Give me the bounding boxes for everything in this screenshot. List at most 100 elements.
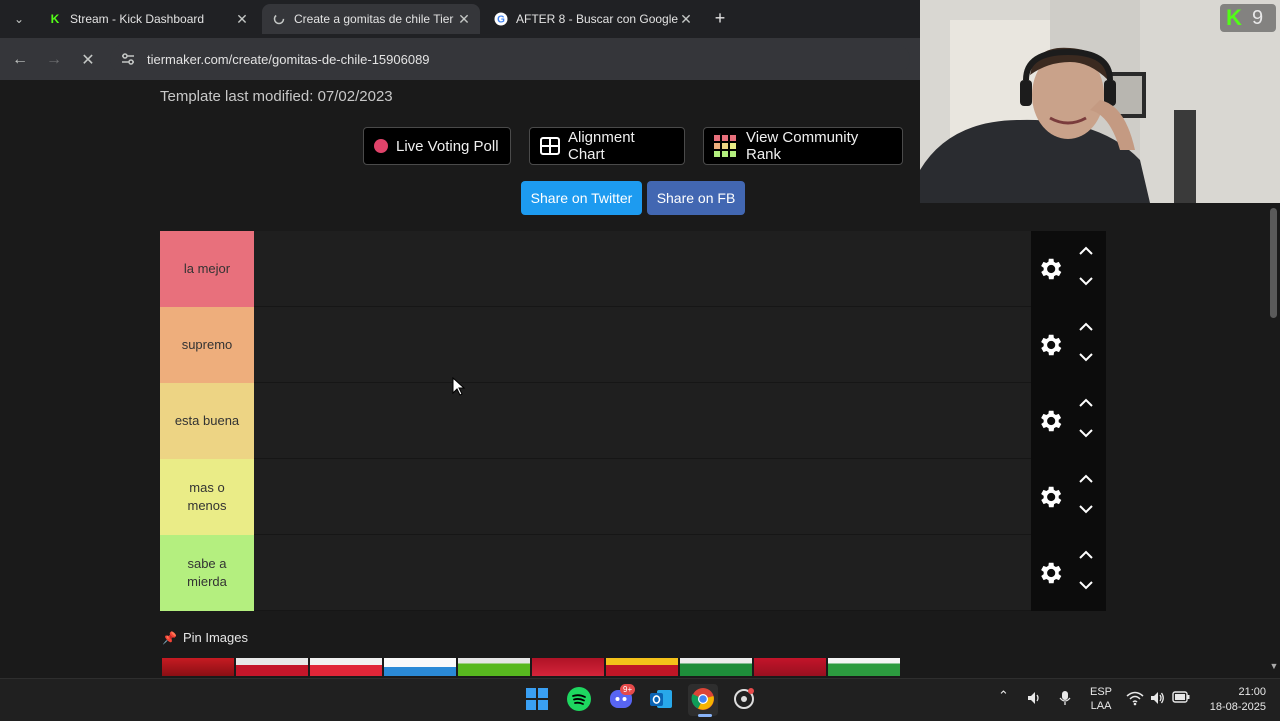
candy-thumbnail[interactable] — [310, 658, 382, 676]
candy-thumbnail[interactable] — [532, 658, 604, 676]
tab-title: AFTER 8 - Buscar con Google — [516, 12, 678, 26]
record-dot-icon — [374, 139, 388, 153]
stop-loading-icon[interactable]: ✕ — [78, 50, 98, 70]
alignment-label: Alignment Chart — [568, 129, 635, 163]
tab-google-search[interactable]: G AFTER 8 - Buscar con Google ✕ — [484, 4, 702, 34]
move-up-chevron-icon[interactable] — [1078, 319, 1094, 335]
settings-gear-icon[interactable] — [1036, 483, 1064, 511]
windows-taskbar — [0, 678, 1280, 721]
discord-notification-badge: 9+ — [620, 684, 636, 695]
live-voting-label: Live Voting Poll — [396, 137, 499, 155]
tier-label[interactable]: esta buena — [160, 383, 254, 459]
move-up-chevron-icon[interactable] — [1078, 547, 1094, 563]
pin-images-toggle[interactable]: 📌 Pin Images — [162, 630, 248, 645]
language-indicator[interactable]: ESP LAA — [1090, 685, 1112, 713]
back-arrow-icon[interactable]: ← — [10, 50, 30, 70]
windows-start-icon[interactable] — [524, 686, 550, 712]
chrome-icon[interactable] — [690, 686, 716, 712]
spotify-icon[interactable] — [566, 686, 592, 712]
tier-controls — [1031, 231, 1106, 307]
tier-row[interactable]: mas o menos — [160, 459, 1106, 535]
tier-label[interactable]: mas o menos — [160, 459, 254, 535]
tier-row[interactable]: sabe a mierda — [160, 535, 1106, 611]
tab-kick-dashboard[interactable]: K Stream - Kick Dashboard ✕ — [38, 4, 258, 34]
site-info-icon[interactable] — [120, 51, 136, 67]
candy-thumbnail[interactable] — [458, 658, 530, 676]
candy-thumbnail[interactable] — [754, 658, 826, 676]
candy-thumbnail[interactable] — [162, 658, 234, 676]
pin-images-label: Pin Images — [182, 630, 248, 645]
move-down-chevron-icon[interactable] — [1078, 349, 1094, 365]
settings-gear-icon[interactable] — [1036, 331, 1064, 359]
community-label: View Community Rank — [746, 129, 859, 163]
tier-row[interactable]: la mejor — [160, 231, 1106, 307]
tier-controls — [1031, 459, 1106, 535]
move-down-chevron-icon[interactable] — [1078, 501, 1094, 517]
move-up-chevron-icon[interactable] — [1078, 471, 1094, 487]
tier-label[interactable]: supremo — [160, 307, 254, 383]
tab-tiermaker[interactable]: Create a gomitas de chile Tier L ✕ — [262, 4, 480, 34]
view-community-rank-button[interactable]: View Community Rank — [703, 127, 903, 165]
template-modified-text: Template last modified: 07/02/2023 — [160, 88, 393, 105]
tier-label[interactable]: la mejor — [160, 231, 254, 307]
settings-gear-icon[interactable] — [1036, 559, 1064, 587]
move-up-chevron-icon[interactable] — [1078, 395, 1094, 411]
tier-label[interactable]: sabe a mierda — [160, 535, 254, 611]
tier-controls — [1031, 535, 1106, 611]
candy-thumbnail[interactable] — [236, 658, 308, 676]
tab-search-dropdown-icon[interactable]: ⌄ — [10, 10, 28, 28]
move-down-chevron-icon[interactable] — [1078, 577, 1094, 593]
address-bar[interactable]: tiermaker.com/create/gomitas-de-chile-15… — [110, 44, 910, 74]
kick-badge-count: 9 — [1252, 7, 1264, 29]
volume-icon[interactable] — [1149, 690, 1165, 709]
tier-row[interactable]: supremo — [160, 307, 1106, 383]
settings-gear-icon[interactable] — [1036, 255, 1064, 283]
close-tab-icon[interactable]: ✕ — [234, 11, 250, 28]
scrollbar-thumb[interactable] — [1270, 208, 1277, 318]
share-twitter-button[interactable]: Share on Twitter — [521, 181, 642, 215]
loading-favicon-icon — [272, 12, 286, 26]
mouse-cursor-icon — [452, 377, 466, 396]
language-code: ESP — [1090, 686, 1113, 698]
svg-text:G: G — [497, 15, 505, 26]
close-tab-icon[interactable]: ✕ — [678, 11, 694, 28]
tab-title: Create a gomitas de chile Tier L — [294, 12, 456, 26]
show-hidden-icons-chevron-icon[interactable]: ⌃ — [998, 688, 1009, 704]
new-tab-icon[interactable]: + — [710, 8, 730, 28]
active-app-indicator — [698, 714, 712, 717]
pushpin-icon: 📌 — [162, 630, 177, 645]
clock[interactable]: 21:00 18-08-2025 — [1200, 685, 1266, 715]
keyboard-layout: LAA — [1090, 700, 1112, 712]
tier-row[interactable]: esta buena — [160, 383, 1106, 459]
close-tab-icon[interactable]: ✕ — [456, 11, 472, 28]
app-settings-icon[interactable] — [731, 686, 757, 712]
forward-arrow-icon[interactable]: → — [44, 50, 64, 70]
candy-thumbnail[interactable] — [680, 658, 752, 676]
candy-thumbnail[interactable] — [606, 658, 678, 676]
tier-grid-icon — [714, 135, 738, 157]
tier-controls — [1031, 383, 1106, 459]
kick-logo-icon: K — [1226, 5, 1242, 30]
tab-title: Stream - Kick Dashboard — [70, 12, 205, 26]
battery-icon[interactable] — [1172, 690, 1190, 707]
outlook-icon[interactable] — [648, 686, 674, 712]
webcam-overlay: K 9 — [920, 0, 1280, 203]
speaker-icon[interactable] — [1026, 690, 1042, 709]
move-down-chevron-icon[interactable] — [1078, 425, 1094, 441]
alignment-chart-button[interactable]: Alignment Chart — [529, 127, 685, 165]
share-fb-button[interactable]: Share on FB — [647, 181, 745, 215]
candy-thumbnail[interactable] — [828, 658, 900, 676]
candy-thumbnail[interactable] — [384, 658, 456, 676]
kick-favicon-icon: K — [50, 12, 60, 26]
grid-icon — [540, 137, 560, 155]
clock-time: 21:00 — [1238, 686, 1266, 698]
scroll-down-arrow-icon[interactable]: ▼ — [1268, 661, 1280, 673]
move-up-chevron-icon[interactable] — [1078, 243, 1094, 259]
microphone-icon[interactable] — [1058, 690, 1072, 709]
settings-gear-icon[interactable] — [1036, 407, 1064, 435]
move-down-chevron-icon[interactable] — [1078, 273, 1094, 289]
live-voting-poll-button[interactable]: Live Voting Poll — [363, 127, 511, 165]
wifi-icon[interactable] — [1126, 690, 1144, 709]
google-favicon-icon: G — [494, 12, 508, 26]
tier-controls — [1031, 307, 1106, 383]
